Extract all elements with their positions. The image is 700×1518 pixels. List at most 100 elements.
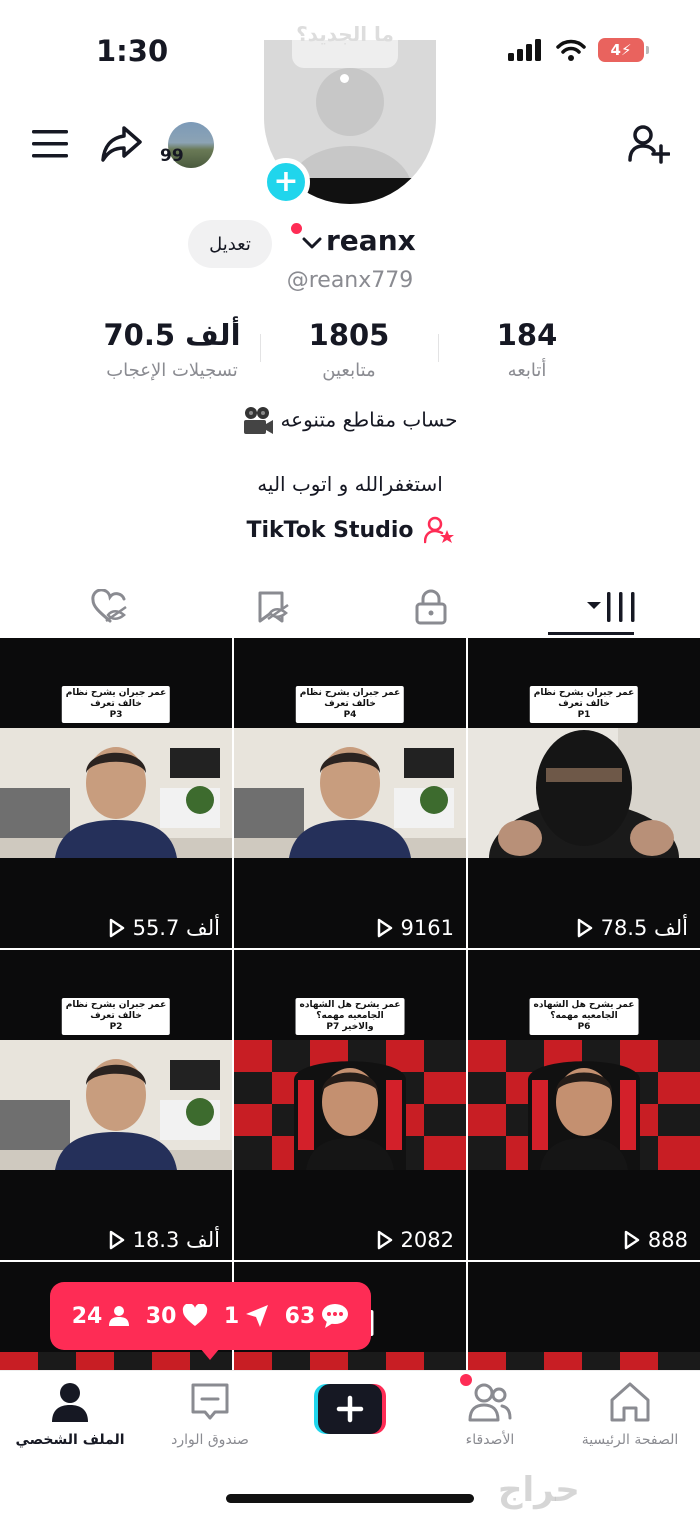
stat-following[interactable]: 184 أتابعه <box>427 318 627 381</box>
friends-icon <box>468 1383 512 1422</box>
activity-popup[interactable]: 24 30 1 63 <box>50 1282 371 1350</box>
menu-icon[interactable] <box>32 128 68 160</box>
view-count-text: 78.5 ألف <box>600 916 688 940</box>
nav-profile-label: الملف الشخصي <box>15 1432 125 1448</box>
tab-videos[interactable] <box>525 578 700 636</box>
home-indicator[interactable] <box>226 1494 474 1503</box>
create-button[interactable] <box>314 1384 386 1434</box>
chevron-down-icon[interactable] <box>302 236 322 250</box>
video-caption: عمر يشرح هل الشهاده الجامعيه مهمه؟ P6 <box>529 998 639 1035</box>
studio-icon <box>423 516 454 544</box>
view-count-text: 888 <box>647 1228 688 1252</box>
comments-count: 63 <box>284 1303 316 1329</box>
video-thumbnail-image <box>0 728 232 858</box>
caption-line: P7 والاخير <box>326 1022 374 1032</box>
battery-icon: 4 ⚡ <box>598 38 649 62</box>
likes-count-item: 30 <box>146 1304 209 1329</box>
stat-likes[interactable]: 70.5 ألف تسجيلات الإعجاب <box>72 318 272 381</box>
studio-label: TikTok Studio <box>246 517 414 543</box>
caption-line: خالف تعرف <box>558 699 610 709</box>
stat-label: متابعين <box>322 360 376 381</box>
view-count: 55.7 ألف <box>109 916 220 940</box>
video-tile[interactable]: عمر جبران يشرح نظام خالف تعرف P3 55.7 ألف <box>0 638 232 948</box>
view-count: 888 <box>624 1228 688 1252</box>
shares-count: 1 <box>223 1303 240 1329</box>
caption-line: P6 <box>577 1022 591 1032</box>
status-icons: 4 ⚡ <box>508 38 649 62</box>
friends-notification-dot <box>460 1374 472 1386</box>
watermark-logo: حراج <box>498 1470 580 1510</box>
caption-line: عمر يشرح هل الشهاده <box>299 1000 401 1010</box>
video-tile[interactable]: عمر جبران يشرح نظام خالف تعرف P2 18.3 ألف <box>0 950 232 1260</box>
edit-profile-button[interactable]: تعديل <box>188 220 272 268</box>
wifi-icon <box>556 39 586 61</box>
tab-liked[interactable] <box>22 578 197 636</box>
caption-line: P3 <box>109 710 123 720</box>
likes-count: 30 <box>145 1303 177 1329</box>
video-caption: عمر جبران يشرح نظام خالف تعرف P2 <box>61 998 171 1035</box>
video-tile[interactable]: عمر جبران يشرح نظام خالف تعرف P4 9161 <box>234 638 466 948</box>
story-count: 99 <box>160 146 184 166</box>
play-icon <box>377 918 392 938</box>
video-caption: عمر يشرح هل الشهاده الجامعيه مهمه؟ P7 والا… <box>295 998 405 1035</box>
video-tile[interactable]: عمر يشرح هل الشهاده الجامعيه مهمه؟ P6 888 <box>468 950 700 1260</box>
tiktok-studio-link[interactable]: TikTok Studio <box>0 516 700 544</box>
view-count-text: 55.7 ألف <box>132 916 220 940</box>
stat-value: 1805 <box>308 318 390 352</box>
popup-tail <box>200 1348 220 1360</box>
battery-level: 4 <box>610 41 621 59</box>
active-tab-indicator <box>548 632 634 635</box>
person-icon <box>109 1306 130 1326</box>
nav-profile[interactable]: الملف الشخصي <box>0 1380 140 1448</box>
followers-count: 24 <box>71 1303 103 1329</box>
nav-friends-label: الأصدقاء <box>465 1432 515 1448</box>
notification-dot <box>291 223 302 234</box>
stat-label: تسجيلات الإعجاب <box>106 360 238 381</box>
video-caption: عمر جبران يشرح نظام خالف تعرف P1 <box>529 686 639 723</box>
home-icon <box>610 1382 650 1422</box>
comments-count-item: 63 <box>285 1303 350 1329</box>
view-count: 9161 <box>377 916 454 940</box>
caption-line: عمر جبران يشرح نظام <box>299 688 401 698</box>
shares-count-item: 1 <box>224 1304 269 1329</box>
tab-saved[interactable] <box>184 578 359 636</box>
view-count: 78.5 ألف <box>577 916 688 940</box>
bookmark-hidden-icon <box>258 591 289 623</box>
user-handle: @reanx779 <box>286 268 414 293</box>
video-thumbnail-image <box>234 1040 466 1170</box>
add-story-button[interactable]: + <box>262 158 310 206</box>
nav-inbox[interactable]: صندوق الوارد <box>140 1380 280 1448</box>
view-count-text: 2082 <box>400 1228 454 1252</box>
grid-videos-icon <box>586 592 634 622</box>
bubble-dot <box>340 74 349 83</box>
video-tile[interactable]: عمر جبران يشرح نظام خالف تعرف P1 78.5 ألف <box>468 638 700 948</box>
send-icon <box>246 1305 269 1327</box>
caption-line: خالف تعرف <box>90 1011 142 1021</box>
nav-home[interactable]: الصفحة الرئيسية <box>560 1380 700 1448</box>
username[interactable]: reanx <box>326 224 416 257</box>
add-friend-icon[interactable] <box>628 124 670 164</box>
caption-line: عمر جبران يشرح نظام <box>65 688 167 698</box>
nav-inbox-label: صندوق الوارد <box>171 1432 249 1448</box>
profile-icon <box>52 1383 88 1422</box>
whats-new-bubble[interactable]: ما الجديد؟ <box>292 8 398 68</box>
view-count-text: 9161 <box>400 916 454 940</box>
video-thumbnail-image <box>0 1040 232 1170</box>
nav-friends[interactable]: الأصدقاء <box>420 1380 560 1448</box>
caption-line: P1 <box>577 710 591 720</box>
share-icon[interactable] <box>100 124 142 164</box>
caption-line: P2 <box>109 1022 123 1032</box>
plus-icon: + <box>273 164 299 199</box>
inbox-icon <box>191 1383 229 1420</box>
video-tile[interactable]: عمر يشرح هل الشهاده الجامعيه مهمه؟ P7 والا… <box>234 950 466 1260</box>
caption-line: عمر جبران يشرح نظام <box>65 1000 167 1010</box>
stat-followers[interactable]: 1805 متابعين <box>249 318 449 381</box>
caption-line: خالف تعرف <box>90 699 142 709</box>
caption-line: عمر يشرح هل الشهاده <box>533 1000 635 1010</box>
play-icon <box>377 1230 392 1250</box>
comment-icon <box>322 1304 349 1328</box>
play-icon <box>109 918 124 938</box>
tab-private[interactable] <box>343 578 518 636</box>
status-time: 1:30 <box>96 34 169 68</box>
caption-line: الجامعيه مهمه؟ <box>550 1011 618 1021</box>
